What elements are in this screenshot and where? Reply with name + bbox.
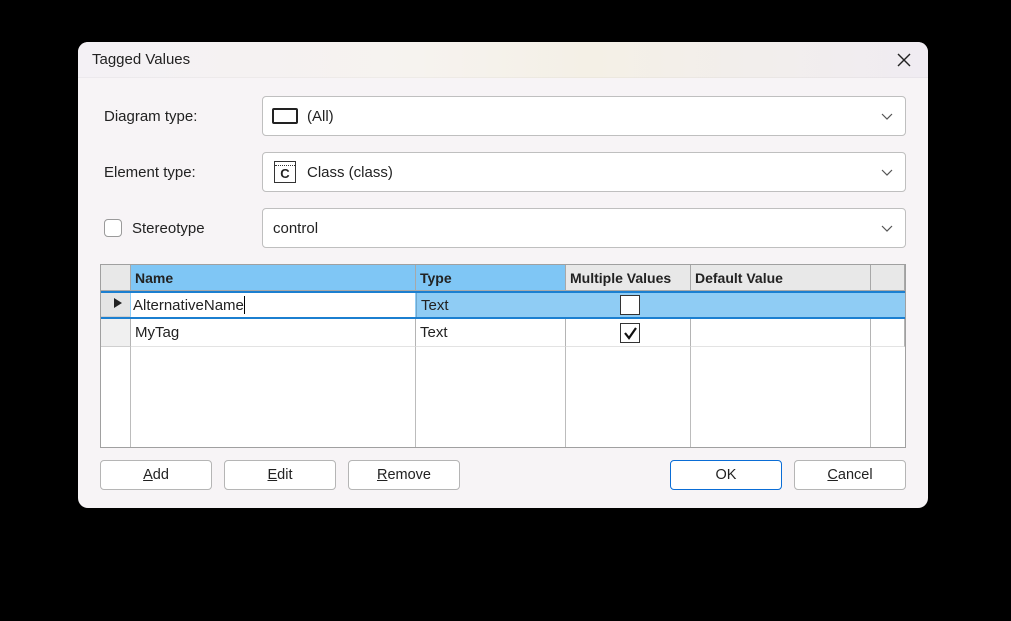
stereotype-checkbox[interactable] (104, 219, 122, 237)
spacer-cell (871, 293, 905, 317)
stereotype-dropdown[interactable]: control (262, 208, 906, 248)
stereotype-label-col: Stereotype (100, 219, 262, 237)
stereotype-value: control (271, 220, 318, 237)
multiple-cell[interactable] (566, 293, 691, 317)
element-type-dropdown[interactable]: C Class (class) (262, 152, 906, 192)
title-bar: Tagged Values (78, 42, 928, 78)
default-cell[interactable] (691, 293, 871, 317)
type-cell[interactable]: Text (416, 319, 566, 347)
name-value: AlternativeName (133, 297, 244, 314)
spacer-cell (871, 319, 905, 347)
element-type-row: Element type: C Class (class) (100, 152, 906, 192)
stereotype-row: Stereotype control (100, 208, 906, 248)
table-empty-area (101, 347, 905, 447)
diagram-type-value: (All) (307, 108, 334, 125)
close-icon[interactable] (894, 50, 914, 70)
chevron-down-icon (881, 108, 893, 124)
table-row[interactable]: AlternativeName Text (101, 291, 905, 319)
diagram-type-label: Diagram type: (100, 108, 262, 125)
name-column-header[interactable]: Name (131, 265, 416, 291)
ok-button[interactable]: OK (670, 460, 782, 490)
default-column-header[interactable]: Default Value (691, 265, 871, 291)
table-row[interactable]: MyTag Text (101, 319, 905, 347)
name-cell[interactable]: MyTag (131, 319, 416, 347)
tagged-values-dialog: Tagged Values Diagram type: (All) Elemen… (78, 42, 928, 508)
class-icon: C (271, 162, 299, 182)
all-icon (271, 106, 299, 126)
multiple-cell[interactable] (566, 319, 691, 347)
diagram-type-dropdown[interactable]: (All) (262, 96, 906, 136)
cancel-button[interactable]: Cancel (794, 460, 906, 490)
multiple-column-header[interactable]: Multiple Values (566, 265, 691, 291)
row-gutter-header (101, 265, 131, 291)
diagram-type-row: Diagram type: (All) (100, 96, 906, 136)
stereotype-label: Stereotype (132, 220, 205, 237)
multiple-checkbox[interactable] (620, 323, 640, 343)
spacer-column-header (871, 265, 905, 291)
row-indicator (101, 319, 131, 347)
element-type-value: Class (class) (307, 164, 393, 181)
tagged-values-table: Name Type Multiple Values Default Value … (100, 264, 906, 448)
current-row-icon (113, 296, 123, 313)
row-indicator (101, 293, 131, 317)
name-cell-editor[interactable]: AlternativeName (131, 293, 415, 317)
chevron-down-icon (881, 164, 893, 180)
remove-button[interactable]: Remove (348, 460, 460, 490)
default-cell[interactable] (691, 319, 871, 347)
multiple-checkbox[interactable] (620, 295, 640, 315)
add-button[interactable]: Add (100, 460, 212, 490)
edit-button[interactable]: Edit (224, 460, 336, 490)
element-type-label: Element type: (100, 164, 262, 181)
button-row: Add Edit Remove OK Cancel (100, 460, 906, 490)
type-cell[interactable]: Text (416, 293, 566, 317)
table-header-row: Name Type Multiple Values Default Value (101, 265, 905, 291)
dialog-title: Tagged Values (92, 51, 190, 68)
chevron-down-icon (881, 220, 893, 236)
type-column-header[interactable]: Type (416, 265, 566, 291)
